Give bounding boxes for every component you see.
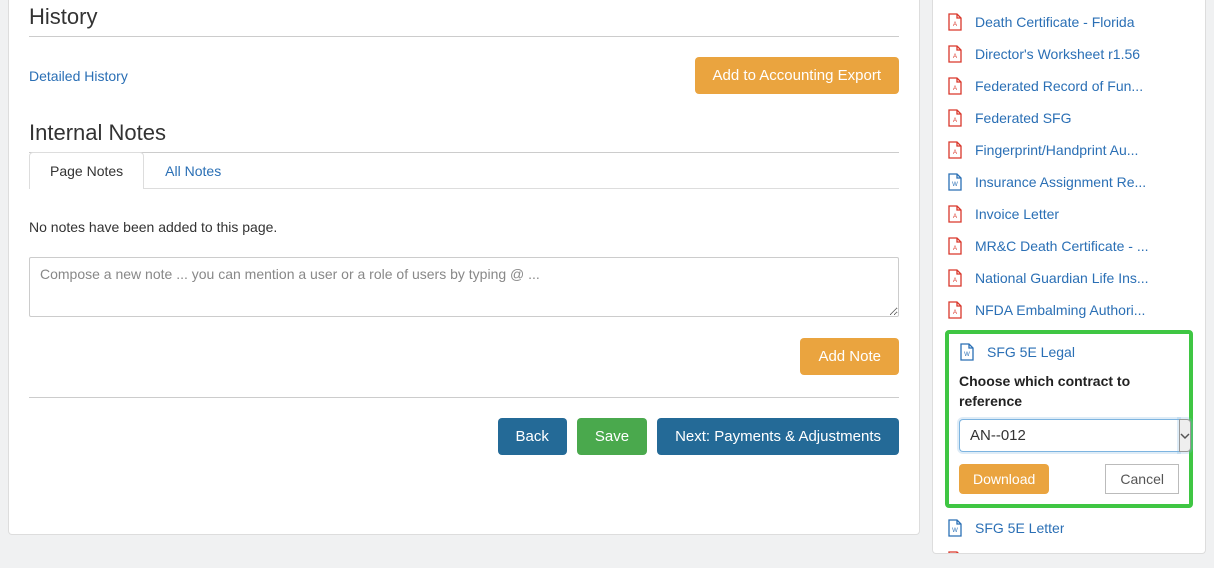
compose-note-textarea[interactable] xyxy=(29,257,899,317)
pdf-icon: A xyxy=(947,237,963,255)
file-item[interactable]: A Federated SFG xyxy=(945,102,1193,134)
pdf-icon: A xyxy=(947,141,963,159)
save-button[interactable]: Save xyxy=(577,418,647,455)
svg-text:W: W xyxy=(952,528,958,534)
notes-tabs: Page Notes All Notes xyxy=(29,152,899,189)
history-row: Detailed History Add to Accounting Expor… xyxy=(29,57,899,94)
detailed-history-link[interactable]: Detailed History xyxy=(29,68,128,84)
divider xyxy=(29,36,899,37)
contract-prompt: Choose which contract to reference xyxy=(959,372,1179,411)
svg-text:W: W xyxy=(964,352,970,358)
add-note-button[interactable]: Add Note xyxy=(800,338,899,375)
svg-text:W: W xyxy=(952,182,958,188)
file-item[interactable]: W Insurance Assignment Re... xyxy=(945,166,1193,198)
file-label[interactable]: Invoice Letter xyxy=(975,204,1059,224)
svg-text:A: A xyxy=(953,54,957,60)
doc-icon: W xyxy=(959,343,975,361)
file-item[interactable]: A Director's Worksheet r1.56 xyxy=(945,38,1193,70)
file-label[interactable]: Death Certificate - Florida xyxy=(975,12,1135,32)
pdf-icon: A xyxy=(947,109,963,127)
notes-empty-text: No notes have been added to this page. xyxy=(29,219,899,235)
file-item[interactable]: A NFDA Embalming Authori... xyxy=(945,294,1193,326)
tab-all-notes[interactable]: All Notes xyxy=(144,152,242,189)
file-label[interactable]: National Guardian Life Ins... xyxy=(975,268,1149,288)
pdf-icon: A xyxy=(947,301,963,319)
contract-select[interactable] xyxy=(959,419,1179,452)
file-item[interactable]: A Federated Record of Fun... xyxy=(945,70,1193,102)
contract-select-input[interactable] xyxy=(959,419,1179,452)
divider xyxy=(29,397,899,398)
svg-text:A: A xyxy=(953,214,957,220)
tab-page-notes[interactable]: Page Notes xyxy=(29,152,144,189)
next-button[interactable]: Next: Payments & Adjustments xyxy=(657,418,899,455)
pdf-icon: A xyxy=(947,45,963,63)
file-item[interactable]: A Invoice Letter xyxy=(945,198,1193,230)
pdf-icon: A xyxy=(947,551,963,554)
file-label[interactable]: SFG 5E Legal xyxy=(987,342,1075,362)
pdf-icon: A xyxy=(947,269,963,287)
file-label[interactable]: Insurance Assignment Re... xyxy=(975,172,1146,192)
history-title: History xyxy=(29,4,899,30)
svg-text:A: A xyxy=(953,150,957,156)
main-panel: History Detailed History Add to Accounti… xyxy=(8,0,920,535)
contract-select-dropdown-button[interactable] xyxy=(1179,419,1191,452)
file-label[interactable]: Federated SFG xyxy=(975,108,1072,128)
back-button[interactable]: Back xyxy=(498,418,567,455)
add-to-accounting-export-button[interactable]: Add to Accounting Export xyxy=(695,57,899,94)
doc-icon: W xyxy=(947,519,963,537)
svg-text:A: A xyxy=(953,310,957,316)
doc-icon: W xyxy=(947,173,963,191)
file-label[interactable]: NFDA Embalming Authori... xyxy=(975,300,1145,320)
pdf-icon: A xyxy=(947,13,963,31)
contract-reference-box: W SFG 5E Legal Choose which contract to … xyxy=(945,330,1193,508)
file-item[interactable]: A Death Certificate - Florida xyxy=(945,6,1193,38)
file-label[interactable]: SFG 5E Letter xyxy=(975,518,1064,538)
cancel-button[interactable]: Cancel xyxy=(1105,464,1179,494)
footer-buttons: Back Save Next: Payments & Adjustments xyxy=(29,418,899,455)
file-item[interactable]: A National Guardian Life Ins... xyxy=(945,262,1193,294)
file-label[interactable]: Fingerprint/Handprint Au... xyxy=(975,140,1138,160)
file-label[interactable]: Director's Worksheet r1.56 xyxy=(975,44,1140,64)
svg-text:A: A xyxy=(953,22,957,28)
svg-text:A: A xyxy=(953,118,957,124)
chevron-down-icon xyxy=(1180,431,1190,441)
svg-text:A: A xyxy=(953,86,957,92)
file-label[interactable]: Federated Record of Fun... xyxy=(975,76,1143,96)
pdf-icon: A xyxy=(947,77,963,95)
file-item[interactable]: W SFG 5E Legal xyxy=(959,342,1179,364)
file-item[interactable]: A MR&C Death Certificate - ... xyxy=(945,230,1193,262)
file-item[interactable]: A SSA-721 Statement of Dea... xyxy=(945,544,1193,554)
download-button[interactable]: Download xyxy=(959,464,1049,494)
internal-notes-title: Internal Notes xyxy=(29,120,899,146)
notes-body: No notes have been added to this page. A… xyxy=(29,189,899,375)
side-panel: A Death Certificate - Florida A Director's … xyxy=(932,0,1206,554)
file-item[interactable]: A Fingerprint/Handprint Au... xyxy=(945,134,1193,166)
pdf-icon: A xyxy=(947,205,963,223)
file-label[interactable]: SSA-721 Statement of Dea... xyxy=(975,550,1156,554)
file-label[interactable]: MR&C Death Certificate - ... xyxy=(975,236,1149,256)
svg-text:A: A xyxy=(953,246,957,252)
svg-text:A: A xyxy=(953,278,957,284)
file-item[interactable]: W SFG 5E Letter xyxy=(945,512,1193,544)
